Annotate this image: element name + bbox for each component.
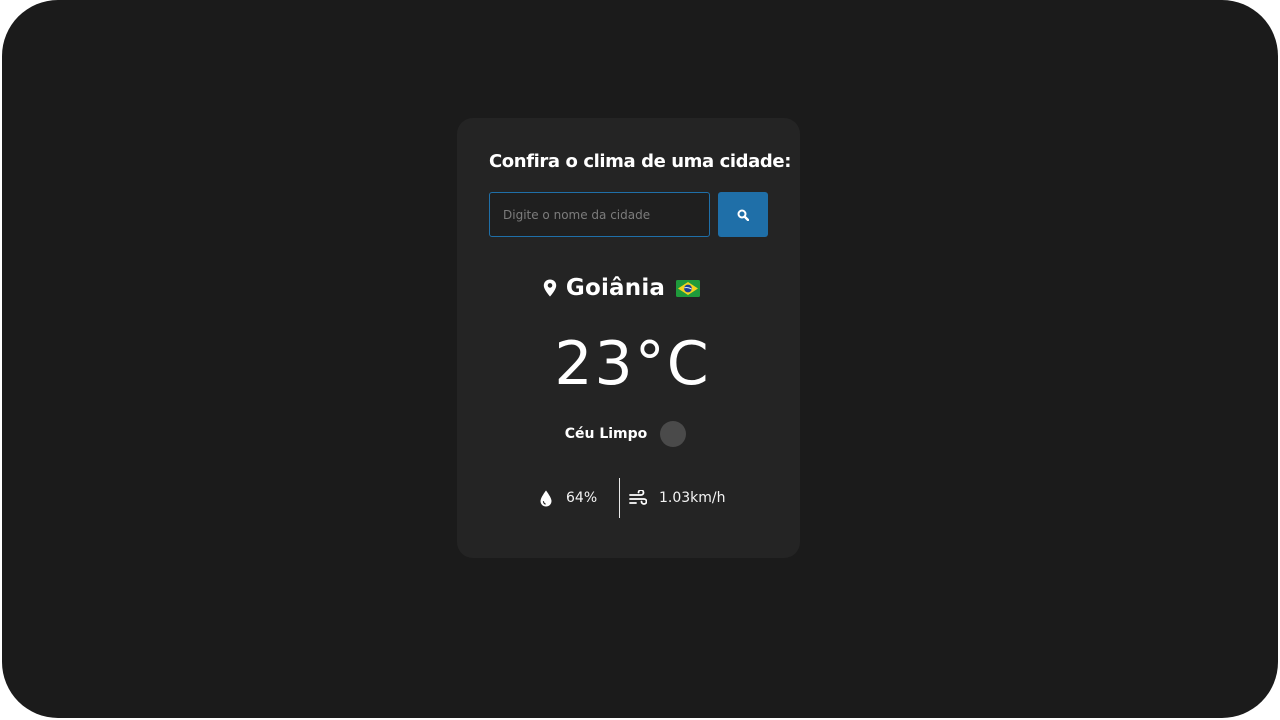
water-drop-icon — [540, 490, 552, 506]
humidity-value: 64% — [566, 490, 598, 506]
temperature: 23°C — [457, 326, 800, 402]
card-title: Confira o clima de uma cidade: — [489, 151, 791, 172]
city-search-input[interactable] — [489, 192, 710, 237]
weather-card: Confira o clima de uma cidade: Goiânia — [457, 118, 800, 558]
temperature-value: 23 — [554, 329, 635, 399]
search-form — [489, 192, 768, 237]
weather-condition: Céu Limpo — [457, 421, 800, 447]
search-button[interactable] — [718, 192, 768, 237]
wind-icon — [629, 490, 647, 505]
weather-details: 64% 1.03km/h — [457, 478, 800, 518]
location: Goiânia — [457, 273, 800, 303]
temperature-unit: °C — [634, 329, 711, 399]
weather-condition-icon — [660, 421, 687, 447]
city-name: Goiânia — [565, 275, 666, 301]
app-background: Confira o clima de uma cidade: Goiânia — [2, 0, 1278, 718]
wind-speed-value: 1.03km/h — [659, 490, 726, 506]
wind: 1.03km/h — [629, 478, 726, 518]
humidity: 64% — [540, 478, 597, 518]
search-icon — [737, 209, 749, 221]
brazil-flag-icon — [676, 279, 701, 297]
location-pin-icon — [543, 279, 557, 297]
details-divider — [619, 478, 620, 518]
weather-description: Céu Limpo — [564, 426, 648, 442]
